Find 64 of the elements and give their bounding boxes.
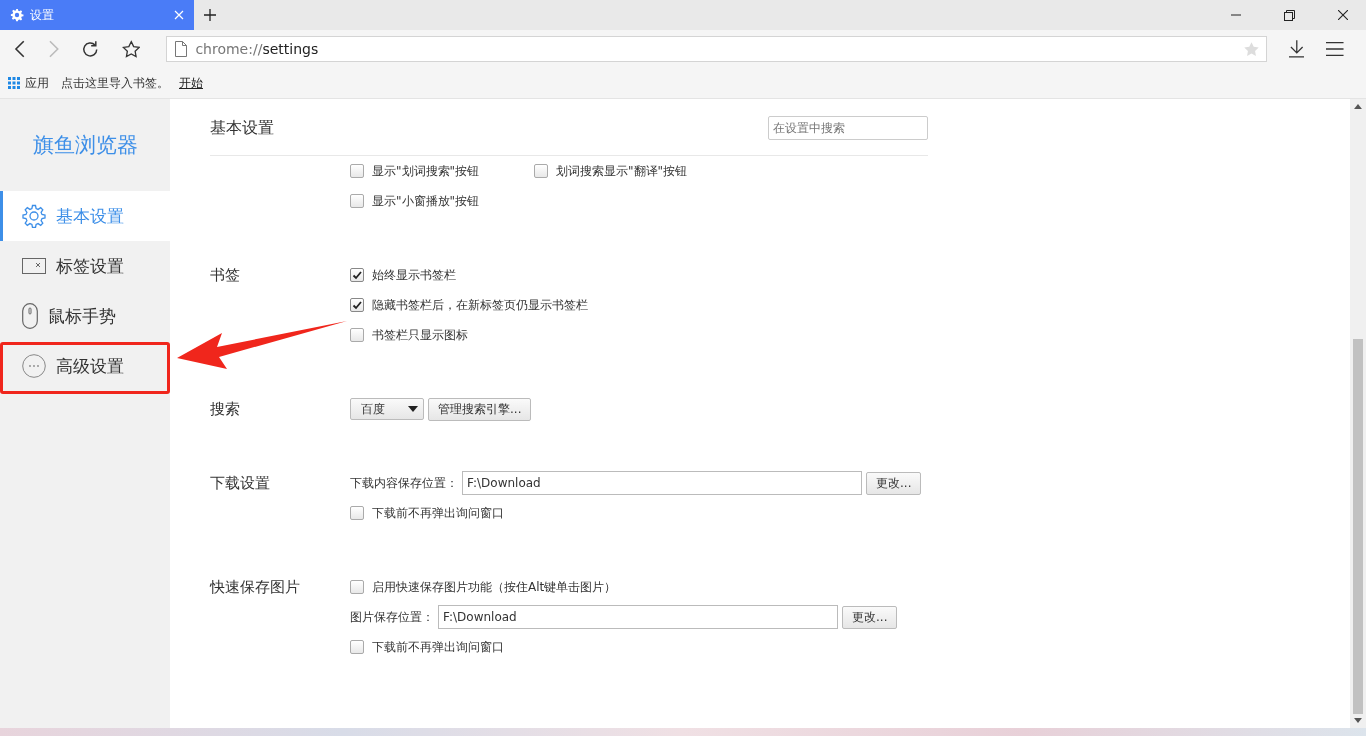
- close-icon[interactable]: [1338, 10, 1348, 20]
- checkbox-label: 显示"小窗播放"按钮: [372, 192, 480, 210]
- field-label: 下载内容保存位置：: [350, 474, 458, 492]
- menu-icon[interactable]: [1326, 41, 1344, 57]
- checkbox[interactable]: [350, 164, 364, 178]
- scroll-down-icon[interactable]: [1354, 718, 1362, 723]
- checkbox-label: 划词搜索显示"翻译"按钮: [556, 162, 688, 180]
- scroll-up-icon[interactable]: [1354, 104, 1362, 109]
- checkbox-label: 显示"划词搜索"按钮: [372, 162, 480, 180]
- section-title: 书签: [210, 266, 240, 284]
- tab-title: 设置: [30, 6, 55, 24]
- change-button[interactable]: 更改...: [866, 471, 922, 495]
- change-button[interactable]: 更改...: [842, 605, 898, 629]
- checkbox[interactable]: [534, 164, 548, 178]
- more-icon: [22, 354, 46, 378]
- checkbox-label: 始终显示书签栏: [372, 266, 456, 284]
- checkbox[interactable]: [350, 580, 364, 594]
- new-tab-icon[interactable]: [204, 9, 216, 21]
- sidebar-item[interactable]: 高级设置: [0, 341, 170, 391]
- url-text: chrome://settings: [195, 41, 319, 57]
- import-hint: 点击这里导入书签。: [61, 74, 169, 92]
- path-field[interactable]: F:\Download: [438, 605, 838, 629]
- scroll-thumb[interactable]: [1353, 338, 1363, 715]
- checkbox-label: 下载前不再弹出询问窗口: [372, 638, 504, 656]
- tab-icon: [22, 258, 46, 274]
- apps-shortcut[interactable]: 应用: [8, 74, 49, 92]
- checkbox-label: 下载前不再弹出询问窗口: [372, 504, 504, 522]
- sidebar-item[interactable]: 标签设置: [0, 241, 170, 291]
- gear-icon: [22, 204, 46, 228]
- search-engine-dropdown[interactable]: 百度: [350, 398, 424, 420]
- dropdown-arrow-icon: [408, 406, 418, 412]
- checkbox-label: 启用快速保存图片功能（按住Alt键单击图片）: [372, 578, 617, 596]
- page-heading: 基本设置: [210, 117, 274, 139]
- apps-grid-icon: [8, 77, 20, 89]
- section-title: 搜索: [210, 400, 240, 418]
- star-icon[interactable]: [121, 39, 141, 59]
- checkbox[interactable]: [350, 298, 364, 312]
- search-field[interactable]: 在设置中搜索: [768, 116, 928, 140]
- checkbox-label: 书签栏只显示图标: [372, 326, 468, 344]
- section-title: 下载设置: [210, 474, 270, 492]
- checkbox[interactable]: [350, 194, 364, 208]
- gear-icon: [10, 8, 24, 22]
- checkbox[interactable]: [350, 640, 364, 654]
- checkbox[interactable]: [350, 328, 364, 342]
- page-icon: [175, 41, 188, 57]
- section-title: 快速保存图片: [210, 578, 300, 596]
- star-icon[interactable]: [1242, 40, 1260, 58]
- mouse-icon: [22, 303, 38, 329]
- browser-tab[interactable]: 设置: [0, 0, 194, 30]
- brand-title: 旗鱼浏览器: [31, 132, 139, 159]
- download-icon[interactable]: [1288, 40, 1305, 58]
- path-field[interactable]: F:\Download: [462, 471, 862, 495]
- checkbox-label: 隐藏书签栏后，在新标签页仍显示书签栏: [372, 296, 588, 314]
- checkbox[interactable]: [350, 506, 364, 520]
- scrollbar[interactable]: [1350, 99, 1366, 728]
- sidebar-item[interactable]: 鼠标手势: [0, 291, 170, 341]
- reload-icon[interactable]: [81, 39, 100, 59]
- back-icon[interactable]: [14, 40, 26, 58]
- field-label: 图片保存位置：: [350, 608, 434, 626]
- address-bar[interactable]: chrome://settings: [166, 36, 1267, 62]
- start-link[interactable]: 开始: [179, 74, 203, 92]
- manage-engines-button[interactable]: 管理搜索引擎...: [428, 397, 532, 421]
- restore-icon[interactable]: [1284, 9, 1295, 21]
- checkbox[interactable]: [350, 268, 364, 282]
